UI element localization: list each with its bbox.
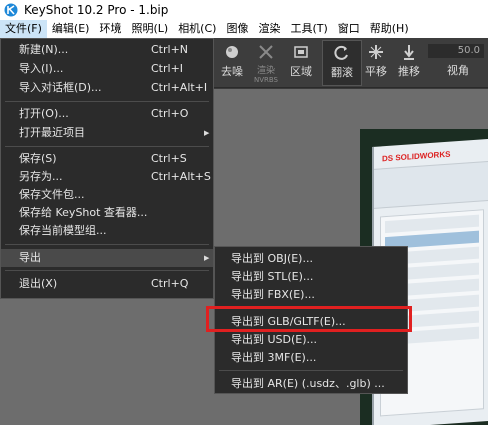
screen-toolbar-strip	[374, 160, 488, 209]
submenu-arrow-icon: ▶	[204, 254, 210, 262]
menu-item-save[interactable]: 保存(S) Ctrl+S	[1, 150, 213, 168]
menu-separator	[5, 146, 209, 147]
render-label: 渲染	[256, 66, 275, 76]
dolly-icon	[404, 45, 414, 60]
menu-window[interactable]: 窗口	[333, 20, 365, 38]
export-usd-item[interactable]: 导出到 USD(E)...	[215, 331, 407, 349]
submenu-arrow-icon: ▶	[204, 129, 210, 137]
menu-item-label: 导出到 STL(E)...	[231, 270, 314, 283]
menu-item-label: 导出到 OBJ(E)...	[231, 252, 313, 265]
menu-item-save-package[interactable]: 保存文件包...	[1, 186, 213, 204]
menu-environment[interactable]: 环境	[94, 20, 126, 38]
menu-item-label: 保存(S)	[19, 152, 57, 165]
solidworks-logo: DS SOLIDWORKS	[382, 149, 451, 164]
menu-image[interactable]: 图像	[221, 20, 253, 38]
dolly-label: 推移	[398, 65, 420, 78]
export-obj-item[interactable]: 导出到 OBJ(E)...	[215, 250, 407, 268]
menu-camera[interactable]: 相机(C)	[173, 20, 221, 38]
menu-item-import-dialog[interactable]: 导入对话框(D)... Ctrl+Alt+I	[1, 79, 213, 97]
perspective-label: 视角	[447, 64, 469, 77]
fov-value-field[interactable]: 50.0	[428, 44, 484, 58]
menu-item-shortcut: Ctrl+O	[151, 107, 189, 120]
menu-item-label: 新建(N)...	[19, 43, 69, 56]
menu-separator	[5, 270, 209, 271]
menu-item-open-recent[interactable]: 打开最近项目 ▶	[1, 124, 213, 142]
export-ar-item[interactable]: 导出到 AR(E) (.usdz、.glb) ...	[215, 375, 407, 393]
region-tool[interactable]: 区域	[281, 40, 321, 86]
menu-item-import[interactable]: 导入(I)... Ctrl+I	[1, 60, 213, 78]
menu-item-label: 打开(O)...	[19, 107, 69, 120]
menu-separator	[219, 370, 403, 371]
pan-icon	[369, 45, 383, 59]
menu-separator	[5, 101, 209, 102]
menu-item-label: 导出到 USD(E)...	[231, 333, 318, 346]
menu-item-label: 导出	[19, 251, 41, 264]
menu-item-label: 保存文件包...	[19, 188, 85, 201]
menu-item-shortcut: Ctrl+N	[151, 43, 189, 56]
menu-item-open[interactable]: 打开(O)... Ctrl+O	[1, 105, 213, 123]
menu-item-export[interactable]: 导出 ▶	[1, 249, 213, 267]
tumble-icon	[334, 45, 348, 60]
menu-item-label: 退出(X)	[19, 277, 58, 290]
menu-lighting[interactable]: 照明(L)	[126, 20, 173, 38]
menu-item-label: 导出到 FBX(E)...	[231, 288, 315, 301]
export-stl-item[interactable]: 导出到 STL(E)...	[215, 268, 407, 286]
menu-item-new[interactable]: 新建(N)... Ctrl+N	[1, 41, 213, 59]
perspective-tool[interactable]: 视角	[438, 62, 478, 84]
menu-item-shortcut: Ctrl+Alt+I	[151, 81, 208, 94]
menu-render[interactable]: 渲染	[253, 20, 285, 38]
menu-edit[interactable]: 编辑(E)	[47, 20, 95, 38]
menu-separator	[5, 244, 209, 245]
menu-help[interactable]: 帮助(H)	[365, 20, 414, 38]
menu-item-shortcut: Ctrl+Alt+S	[151, 170, 211, 183]
menu-file[interactable]: 文件(F)	[0, 20, 47, 38]
region-label: 区域	[290, 65, 312, 78]
menu-item-save-to-viewer[interactable]: 保存给 KeyShot 查看器...	[1, 204, 213, 222]
export-fbx-item[interactable]: 导出到 FBX(E)...	[215, 286, 407, 304]
menu-item-exit[interactable]: 退出(X) Ctrl+Q	[1, 275, 213, 293]
render-nvrbs-tool[interactable]: 渲染 NVRBS	[246, 40, 286, 86]
menu-item-label: 导出到 AR(E) (.usdz、.glb) ...	[231, 377, 385, 390]
title-bar: KeyShot 10.2 Pro - 1.bip	[0, 0, 488, 20]
menu-item-shortcut: Ctrl+I	[151, 62, 184, 75]
menu-item-label: 导入(I)...	[19, 62, 64, 75]
menu-bar: 文件(F) 编辑(E) 环境 照明(L) 相机(C) 图像 渲染 工具(T) 窗…	[0, 20, 488, 38]
menu-item-label: 导出到 3MF(E)...	[231, 351, 317, 364]
menu-item-label: 保存当前模型组...	[19, 224, 107, 237]
menu-item-label: 保存给 KeyShot 查看器...	[19, 206, 148, 219]
denoise-icon	[226, 46, 238, 58]
menu-item-shortcut: Ctrl+Q	[151, 277, 189, 290]
menu-item-label: 另存为...	[19, 170, 63, 183]
menu-item-save-as[interactable]: 另存为... Ctrl+Alt+S	[1, 168, 213, 186]
render-icon	[259, 45, 273, 59]
dolly-tool[interactable]: 推移	[389, 40, 429, 86]
menu-item-shortcut: Ctrl+S	[151, 152, 187, 165]
render-sublabel: NVRBS	[253, 76, 278, 84]
menu-item-label: 导入对话框(D)...	[19, 81, 102, 94]
keyshot-app-icon	[4, 3, 18, 17]
screen-row	[385, 214, 479, 234]
export-3mf-item[interactable]: 导出到 3MF(E)...	[215, 349, 407, 367]
menu-item-save-model-set[interactable]: 保存当前模型组...	[1, 222, 213, 240]
file-menu-dropdown: 新建(N)... Ctrl+N 导入(I)... Ctrl+I 导入对话框(D)…	[0, 38, 214, 299]
annotation-highlight-box	[206, 306, 412, 332]
region-icon	[294, 46, 308, 58]
window-title: KeyShot 10.2 Pro - 1.bip	[24, 3, 169, 17]
menu-item-label: 打开最近项目	[19, 126, 85, 139]
menu-tools[interactable]: 工具(T)	[285, 20, 332, 38]
